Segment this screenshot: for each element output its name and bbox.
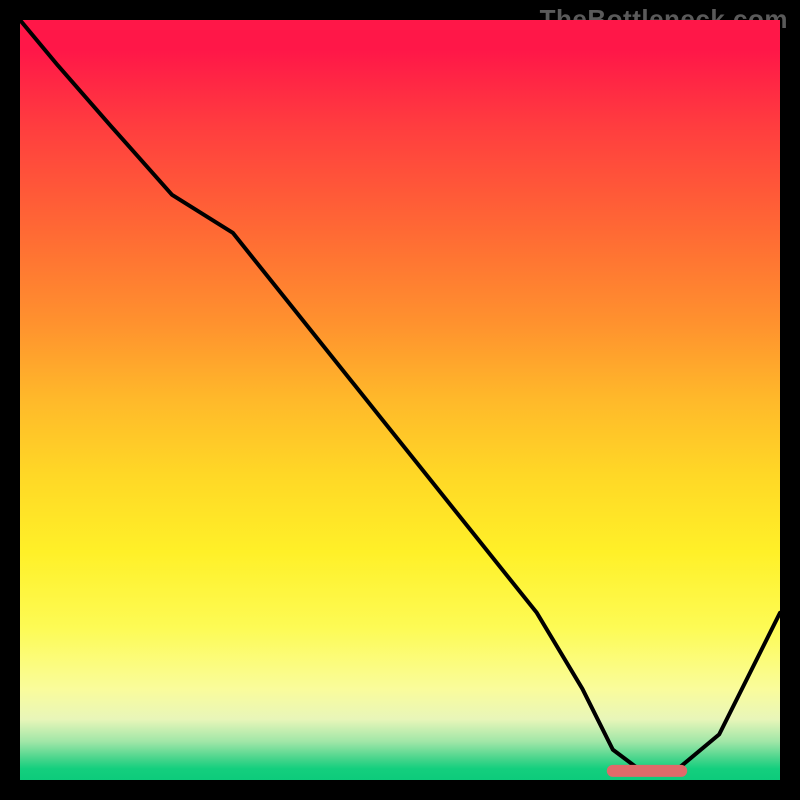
- plot-area: [20, 20, 780, 780]
- curve-layer: [20, 20, 780, 780]
- chart-stage: TheBottleneck.com: [0, 0, 800, 800]
- bottleneck-curve: [20, 20, 780, 772]
